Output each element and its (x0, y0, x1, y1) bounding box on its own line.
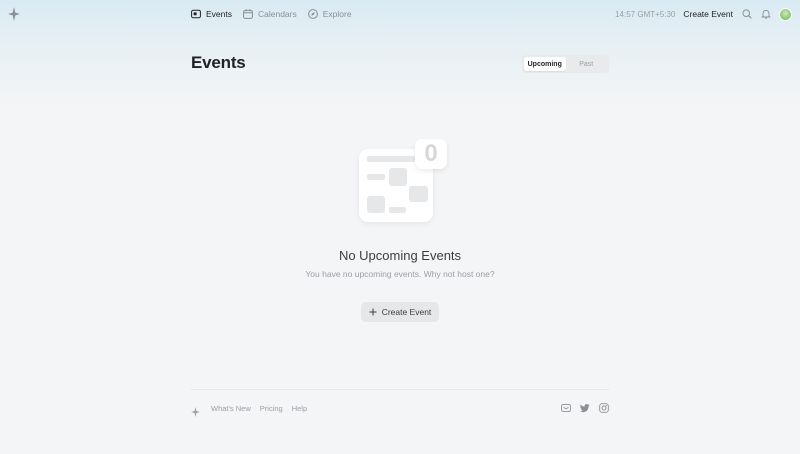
nav-item-label: Calendars (258, 9, 297, 19)
top-bar: Events Calendars Explore 14:57 GMT+5:30 … (0, 0, 800, 28)
empty-state-illustration: 0 (359, 139, 449, 225)
create-event-link[interactable]: Create Event (683, 9, 733, 19)
create-event-button[interactable]: Create Event (361, 302, 439, 322)
mail-icon[interactable] (561, 403, 571, 413)
page-title: Events (191, 53, 246, 72)
footer-link-pricing[interactable]: Pricing (260, 404, 283, 413)
tab-past[interactable]: Past (566, 57, 608, 71)
create-event-button-label: Create Event (381, 307, 432, 317)
bell-icon[interactable] (760, 9, 771, 20)
ticket-icon (191, 9, 201, 19)
event-count-badge: 0 (415, 139, 447, 169)
nav-item-events[interactable]: Events (191, 0, 232, 28)
topbar-actions: 14:57 GMT+5:30 Create Event (615, 0, 792, 28)
event-filter-toggle: Upcoming Past (522, 55, 609, 73)
page-header: Events Upcoming Past (191, 52, 609, 78)
social-links (561, 403, 609, 413)
nav-item-label: Explore (322, 9, 352, 19)
current-time: 14:57 GMT+5:30 (615, 9, 676, 19)
footer-link-help[interactable]: Help (292, 404, 307, 413)
footer-divider (191, 389, 609, 390)
tab-upcoming[interactable]: Upcoming (524, 57, 566, 71)
footer-link-whats-new[interactable]: What's New (211, 404, 251, 413)
nav-item-label: Events (206, 9, 232, 19)
empty-state-title: No Upcoming Events (338, 248, 462, 263)
footer: What's New Pricing Help (191, 400, 609, 417)
sparkle-logo-icon[interactable] (8, 7, 20, 21)
plus-icon (369, 308, 377, 316)
twitter-icon[interactable] (580, 403, 590, 413)
main-nav: Events Calendars Explore (191, 0, 352, 28)
search-icon[interactable] (741, 9, 752, 20)
instagram-icon[interactable] (599, 403, 609, 413)
nav-item-explore[interactable]: Explore (307, 0, 352, 28)
nav-item-calendars[interactable]: Calendars (243, 0, 297, 28)
empty-state-subtitle: You have no upcoming events. Why not hos… (305, 269, 495, 279)
compass-icon (307, 9, 318, 19)
calendar-icon (243, 9, 253, 19)
avatar[interactable] (779, 7, 792, 21)
sparkle-icon[interactable] (191, 404, 200, 417)
